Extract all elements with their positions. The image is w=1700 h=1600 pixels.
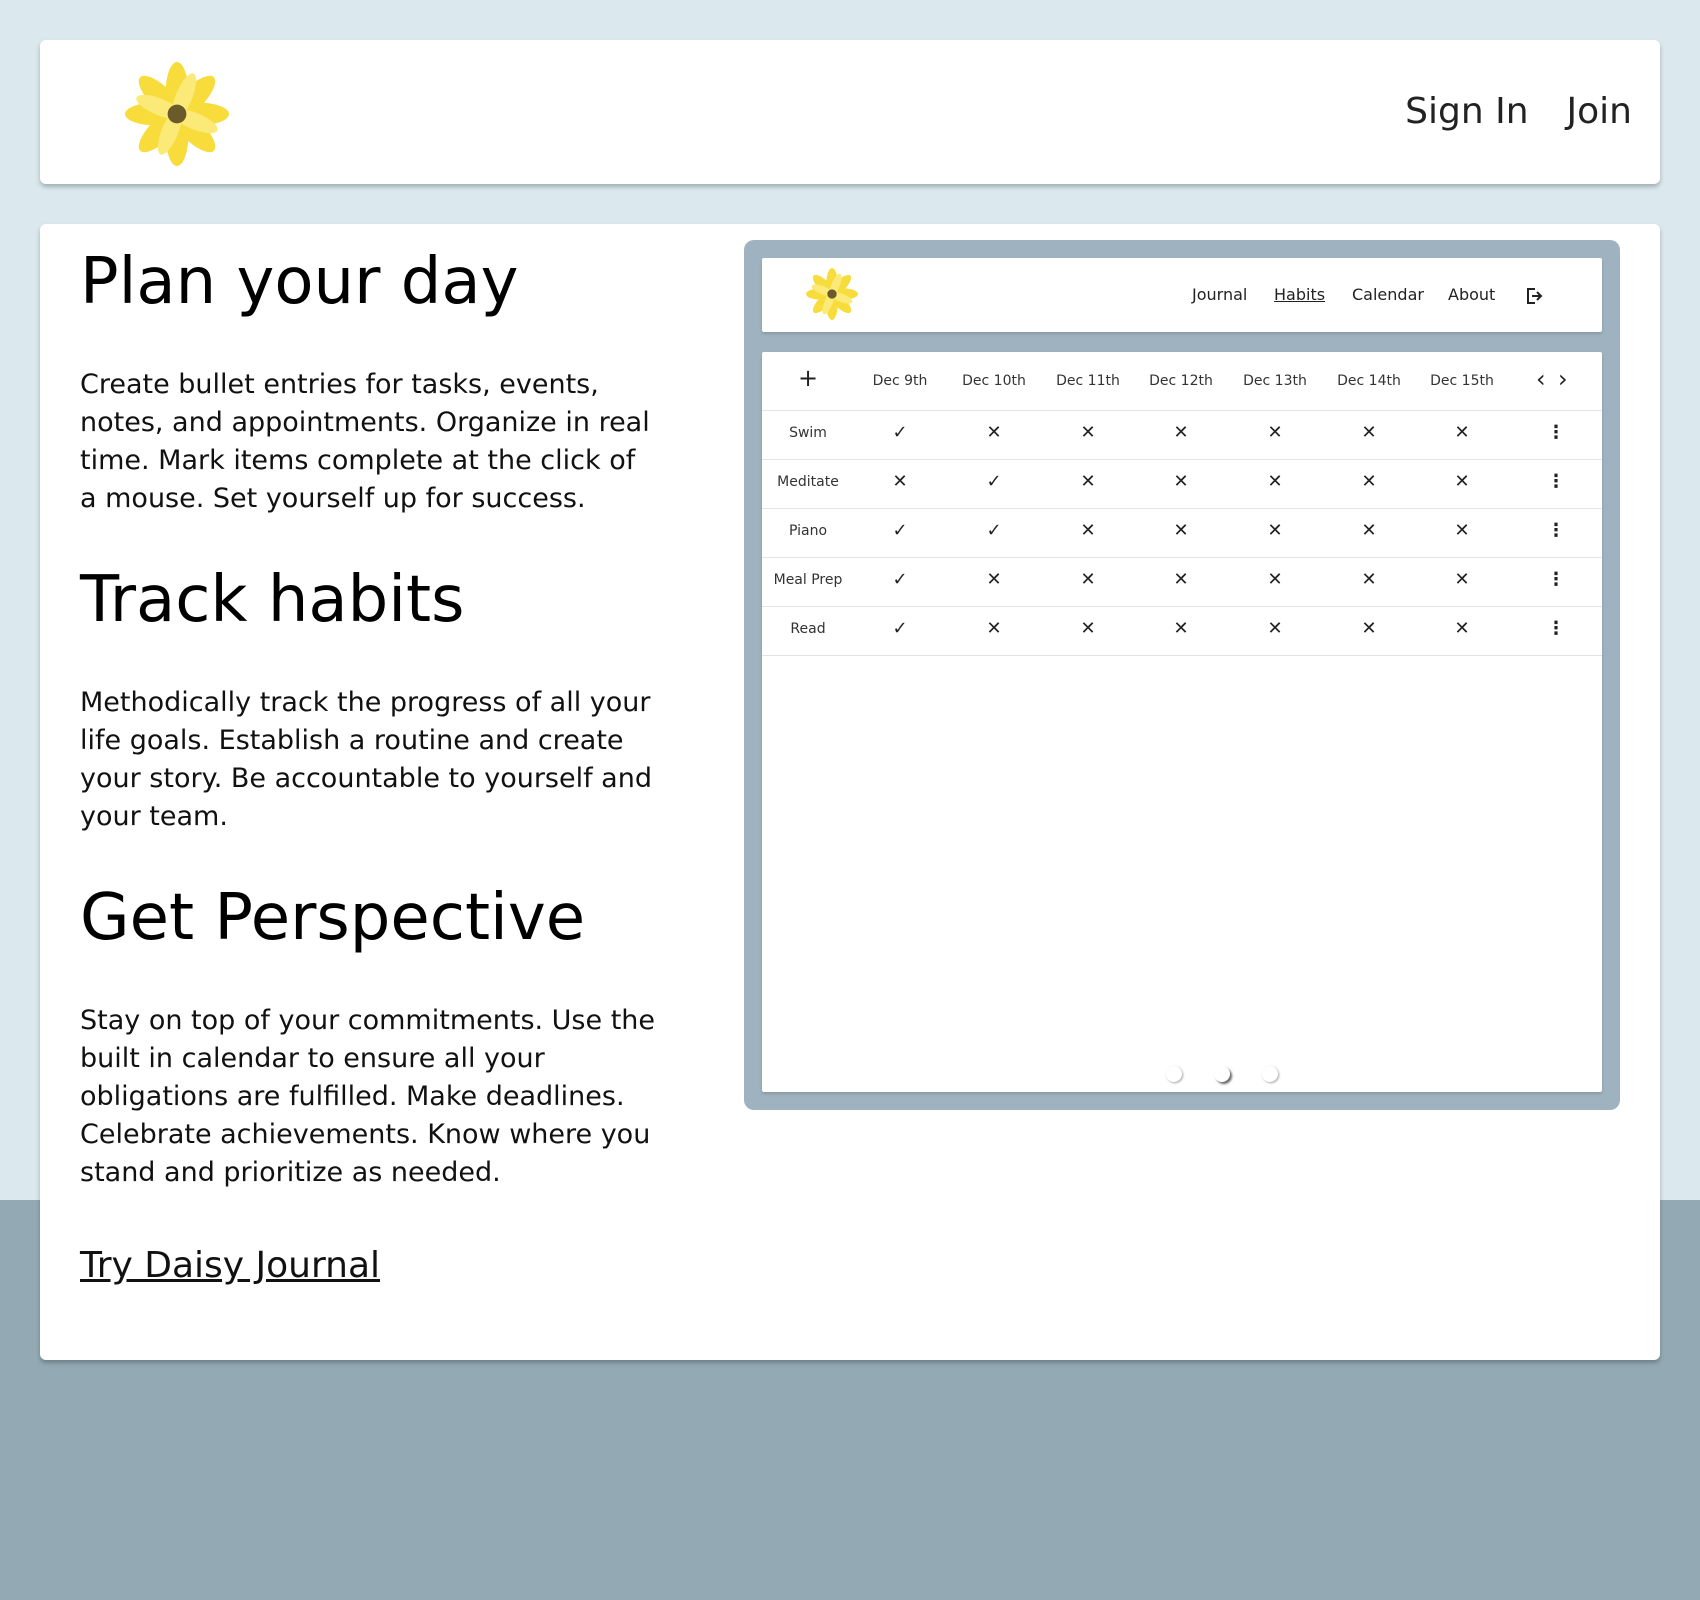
cross-icon[interactable]: ✕ bbox=[1322, 422, 1416, 443]
cross-icon[interactable]: ✕ bbox=[947, 618, 1041, 639]
cross-icon[interactable]: ✕ bbox=[1134, 520, 1228, 541]
row-divider bbox=[762, 606, 1602, 607]
check-icon[interactable]: ✓ bbox=[853, 520, 947, 541]
cross-icon[interactable]: ✕ bbox=[1134, 422, 1228, 443]
preview-nav-journal[interactable]: Journal bbox=[1192, 285, 1247, 304]
cross-icon[interactable]: ✕ bbox=[1134, 471, 1228, 492]
row-divider bbox=[762, 655, 1602, 656]
check-icon[interactable]: ✓ bbox=[853, 569, 947, 590]
habit-menu-icon[interactable]: ⋮ bbox=[1546, 471, 1566, 492]
cross-icon[interactable]: ✕ bbox=[1228, 520, 1322, 541]
cross-icon[interactable]: ✕ bbox=[1134, 618, 1228, 639]
carousel-dot[interactable] bbox=[1214, 1066, 1230, 1082]
previous-week-icon[interactable]: ‹ bbox=[1536, 365, 1546, 393]
join-link[interactable]: Join bbox=[1567, 90, 1632, 134]
check-icon[interactable]: ✓ bbox=[853, 618, 947, 639]
section-body-habits: Methodically track the progress of all y… bbox=[80, 687, 652, 832]
cross-icon[interactable]: ✕ bbox=[1041, 471, 1135, 492]
cross-icon[interactable]: ✕ bbox=[1041, 618, 1135, 639]
date-column-header: Dec 12th bbox=[1149, 373, 1213, 389]
date-column-header: Dec 10th bbox=[962, 373, 1026, 389]
cross-icon[interactable]: ✕ bbox=[1415, 422, 1509, 443]
daisy-logo-icon[interactable] bbox=[806, 268, 858, 320]
cross-icon[interactable]: ✕ bbox=[1322, 471, 1416, 492]
sign-in-link[interactable]: Sign In bbox=[1405, 90, 1528, 134]
habit-menu-icon[interactable]: ⋮ bbox=[1546, 569, 1566, 590]
section-title-habits: Track habits bbox=[80, 563, 465, 637]
cross-icon[interactable]: ✕ bbox=[1322, 520, 1416, 541]
cross-icon[interactable]: ✕ bbox=[1322, 569, 1416, 590]
cross-icon[interactable]: ✕ bbox=[1041, 520, 1135, 541]
date-column-header: Dec 13th bbox=[1243, 373, 1307, 389]
carousel-dot[interactable] bbox=[1166, 1066, 1182, 1082]
cross-icon[interactable]: ✕ bbox=[1228, 422, 1322, 443]
logout-icon[interactable] bbox=[1524, 286, 1544, 306]
auth-nav: Sign In Join bbox=[1405, 90, 1632, 134]
date-column-header: Dec 15th bbox=[1430, 373, 1494, 389]
cross-icon[interactable]: ✕ bbox=[1415, 569, 1509, 590]
date-column-header: Dec 11th bbox=[1056, 373, 1120, 389]
check-icon[interactable]: ✓ bbox=[947, 520, 1041, 541]
cross-icon[interactable]: ✕ bbox=[1228, 569, 1322, 590]
cross-icon[interactable]: ✕ bbox=[1228, 618, 1322, 639]
habit-name: Meal Prep bbox=[773, 572, 843, 588]
habit-name: Meditate bbox=[777, 474, 839, 490]
habit-name: Piano bbox=[788, 523, 828, 539]
check-icon[interactable]: ✓ bbox=[853, 422, 947, 443]
preview-nav-habits[interactable]: Habits bbox=[1274, 285, 1325, 304]
habit-menu-icon[interactable]: ⋮ bbox=[1546, 422, 1566, 443]
section-title-plan: Plan your day bbox=[80, 245, 519, 319]
add-habit-button[interactable]: + bbox=[796, 364, 820, 392]
try-daisy-journal-link[interactable]: Try Daisy Journal bbox=[80, 1245, 380, 1286]
section-body-plan: Create bullet entries for tasks, events,… bbox=[80, 369, 650, 514]
row-divider bbox=[762, 459, 1602, 460]
habit-menu-icon[interactable]: ⋮ bbox=[1546, 520, 1566, 541]
date-column-header: Dec 9th bbox=[872, 373, 928, 389]
carousel-dot[interactable] bbox=[1262, 1066, 1278, 1082]
date-column-header: Dec 14th bbox=[1337, 373, 1401, 389]
row-divider bbox=[762, 410, 1602, 411]
cross-icon[interactable]: ✕ bbox=[947, 422, 1041, 443]
preview-nav-calendar[interactable]: Calendar bbox=[1352, 285, 1424, 304]
cross-icon[interactable]: ✕ bbox=[1415, 520, 1509, 541]
daisy-logo-icon[interactable] bbox=[125, 62, 229, 166]
check-icon[interactable]: ✓ bbox=[947, 471, 1041, 492]
cross-icon[interactable]: ✕ bbox=[1228, 471, 1322, 492]
cross-icon[interactable]: ✕ bbox=[947, 569, 1041, 590]
section-title-perspective: Get Perspective bbox=[80, 881, 586, 955]
habit-name: Swim bbox=[789, 425, 827, 441]
next-week-icon[interactable]: › bbox=[1558, 365, 1568, 393]
row-divider bbox=[762, 508, 1602, 509]
habit-name: Read bbox=[790, 621, 826, 637]
cross-icon[interactable]: ✕ bbox=[1134, 569, 1228, 590]
habit-menu-icon[interactable]: ⋮ bbox=[1546, 618, 1566, 639]
cross-icon[interactable]: ✕ bbox=[1041, 569, 1135, 590]
cross-icon[interactable]: ✕ bbox=[853, 471, 947, 492]
cross-icon[interactable]: ✕ bbox=[1322, 618, 1416, 639]
cross-icon[interactable]: ✕ bbox=[1415, 618, 1509, 639]
section-body-perspective: Stay on top of your commitments. Use the… bbox=[80, 1005, 656, 1188]
cross-icon[interactable]: ✕ bbox=[1415, 471, 1509, 492]
preview-nav-about[interactable]: About bbox=[1448, 285, 1495, 304]
row-divider bbox=[762, 557, 1602, 558]
habit-tracker-panel bbox=[762, 352, 1602, 1092]
cross-icon[interactable]: ✕ bbox=[1041, 422, 1135, 443]
